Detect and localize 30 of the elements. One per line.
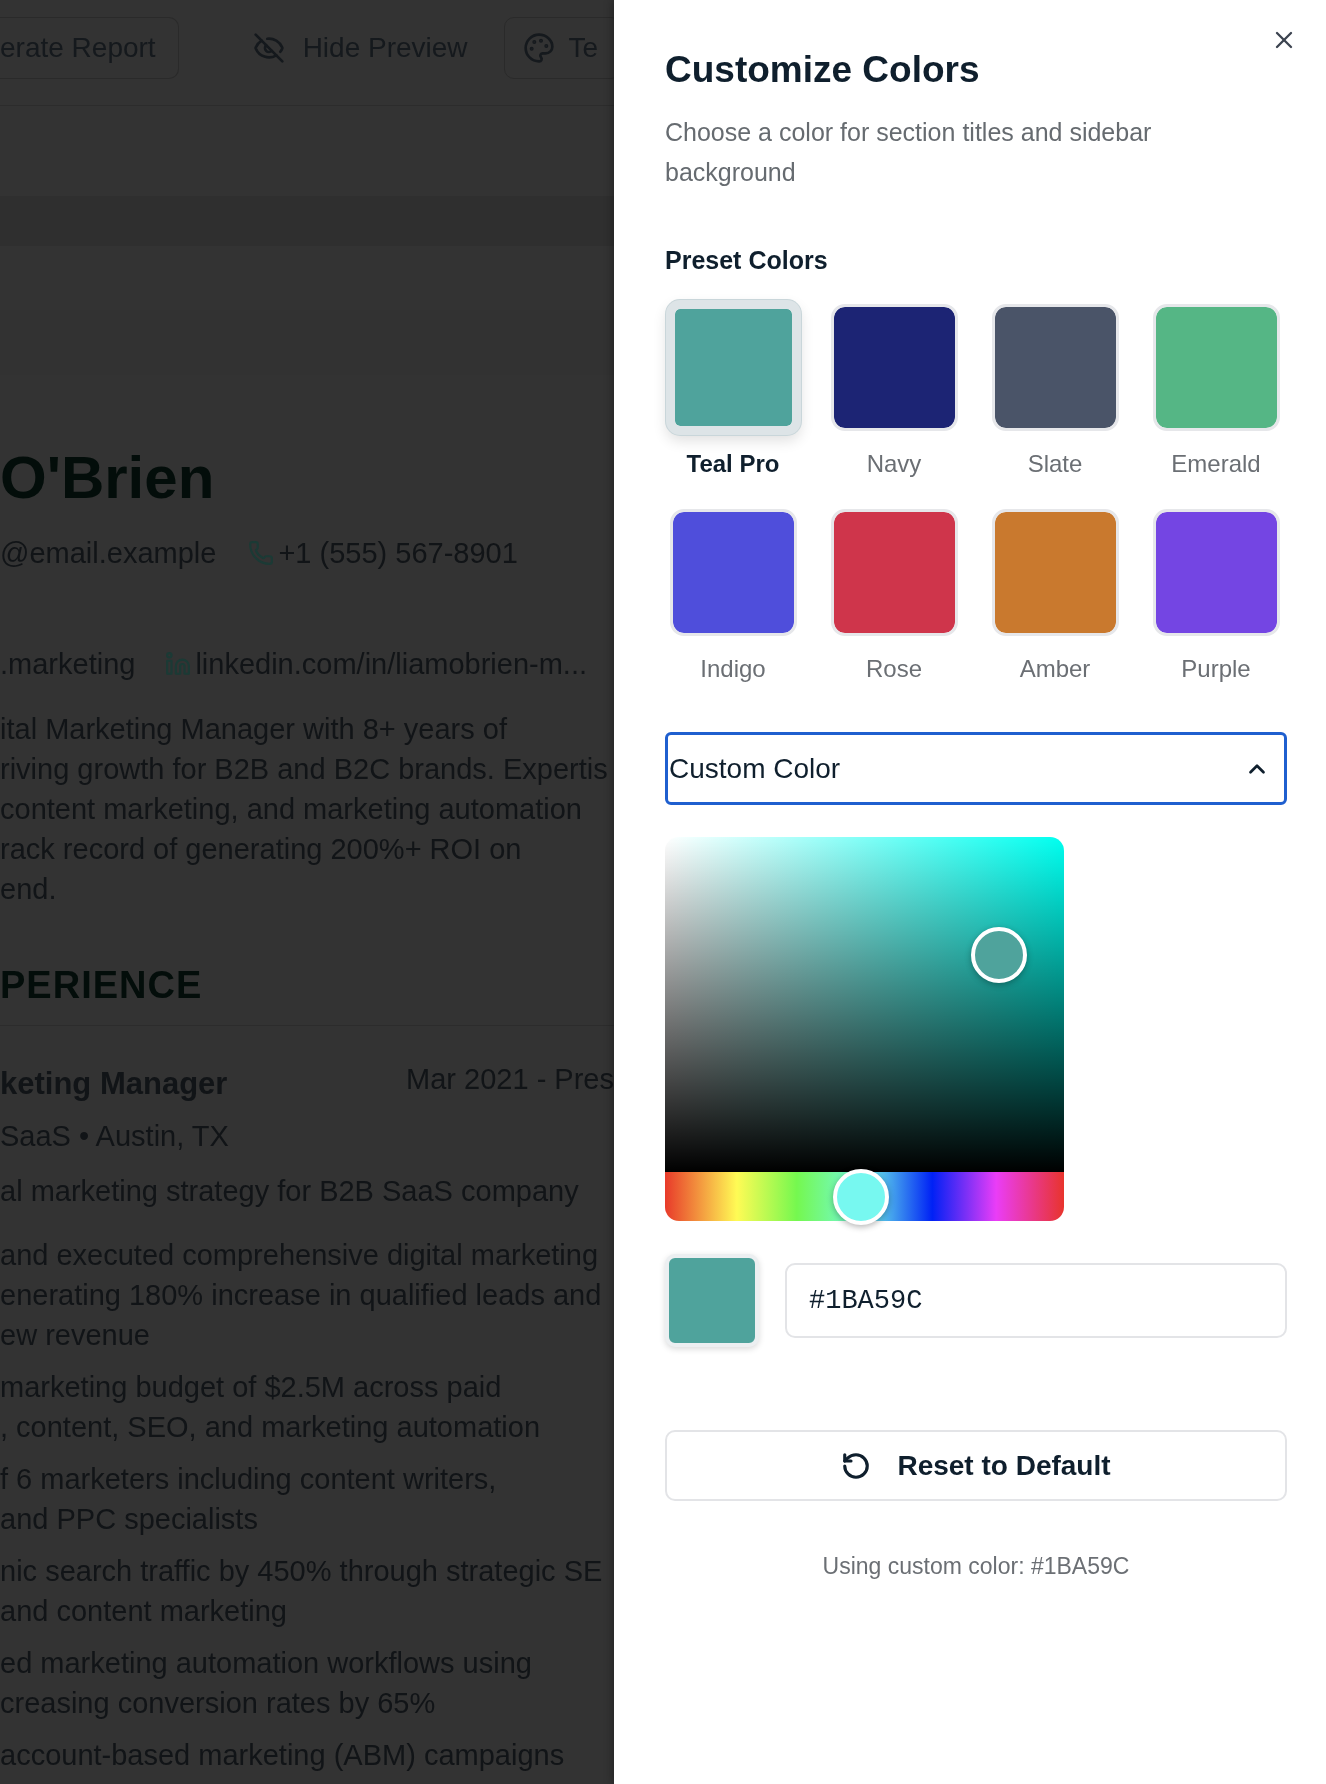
section-heading: Preset Colors	[665, 245, 829, 276]
swatch-label: Slate	[1027, 449, 1083, 479]
swatch-label: Emerald	[1171, 449, 1261, 479]
saturation-picker[interactable]	[665, 837, 1064, 1172]
phone-icon	[248, 540, 275, 566]
eye-off-icon	[252, 31, 285, 64]
color-swatch[interactable]	[830, 509, 958, 636]
color-swatch[interactable]	[669, 509, 797, 636]
color-swatch[interactable]	[991, 509, 1119, 636]
color-handle[interactable]	[970, 927, 1027, 984]
reset-button[interactable]: Reset to Default	[665, 1430, 1287, 1501]
color-swatch[interactable]	[665, 300, 801, 435]
swatch-label: Purple	[1181, 654, 1251, 684]
color-swatch[interactable]	[991, 304, 1119, 431]
panel-title: Customize Colors	[665, 48, 981, 92]
hex-input[interactable]: #1BA59C	[785, 1263, 1287, 1338]
status-caption: Using custom color: #1BA59C	[821, 1552, 1131, 1581]
reset-icon	[841, 1450, 872, 1481]
swatch-label: Indigo	[700, 654, 766, 684]
color-swatch[interactable]	[1152, 509, 1280, 636]
color-swatch[interactable]	[1152, 304, 1280, 431]
swatch-label: Amber	[1019, 654, 1091, 684]
swatch-label: Rose	[866, 654, 922, 684]
color-swatch[interactable]	[830, 304, 958, 431]
linkedin-icon	[165, 651, 192, 677]
swatch-label: Navy	[866, 449, 922, 479]
panel-subtitle: Choose a color for section titles and sidebar background	[665, 117, 1153, 188]
swatch-label: Teal Pro	[686, 449, 780, 479]
custom-color-toggle[interactable]: Custom Color	[665, 732, 1287, 805]
palette-icon	[522, 31, 555, 64]
